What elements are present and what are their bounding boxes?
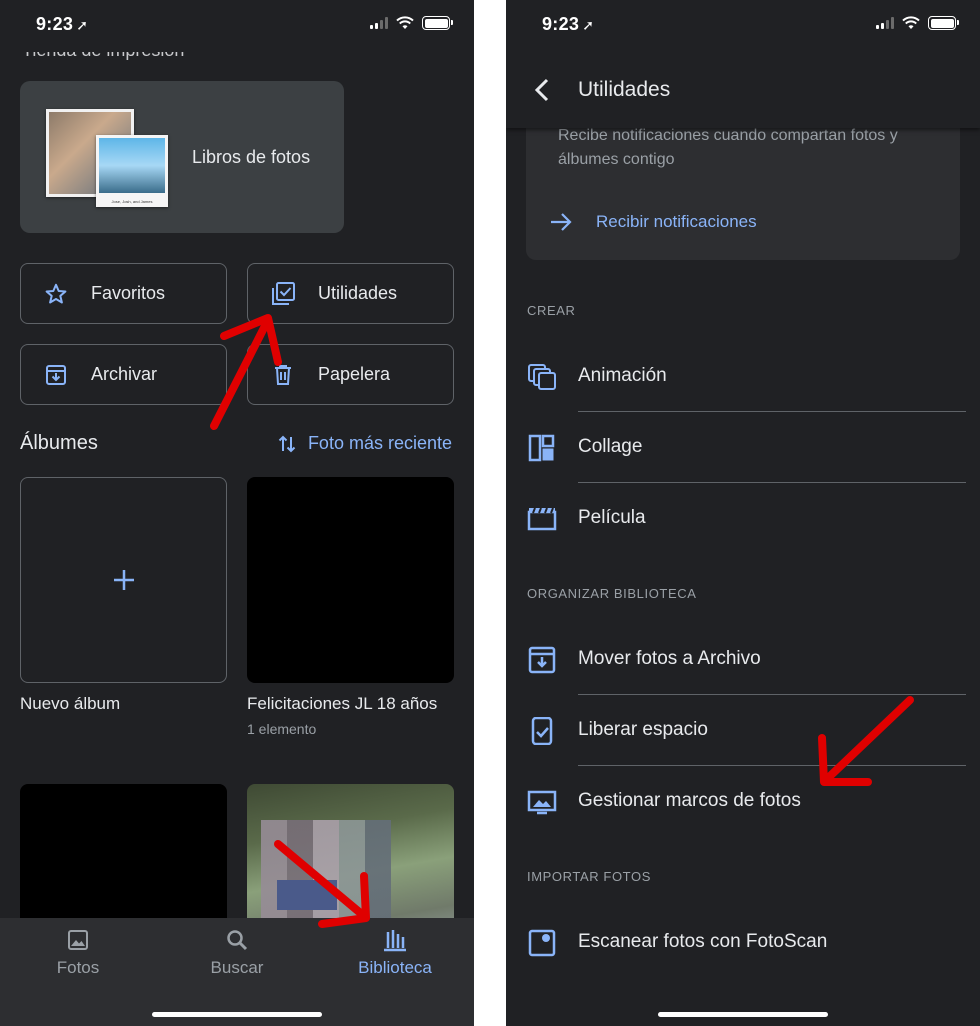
utilities-screen: 9:23 ➚ Utilidades Recibe notificaciones c… xyxy=(506,0,980,1026)
search-icon xyxy=(227,930,248,951)
movie-item[interactable]: Película xyxy=(506,483,980,554)
page-title: Utilidades xyxy=(578,78,671,101)
notifications-description: Recibe notificaciones cuando compartan f… xyxy=(558,127,898,168)
archive-icon xyxy=(43,362,69,388)
free-space-item[interactable]: Liberar espacio xyxy=(506,695,980,766)
collage-item[interactable]: Collage xyxy=(506,412,980,483)
location-icon: ➚ xyxy=(582,17,595,33)
wifi-icon xyxy=(396,16,414,29)
bottom-nav: Fotos Buscar Biblioteca xyxy=(0,918,474,1026)
sort-icon xyxy=(278,435,296,452)
utilities-icon xyxy=(270,281,296,307)
nav-library[interactable]: Biblioteca xyxy=(335,928,455,978)
arrow-right-icon xyxy=(551,213,572,231)
collage-icon xyxy=(528,434,555,462)
album-title: Nuevo álbum xyxy=(20,694,121,713)
back-arrow-icon[interactable] xyxy=(530,76,554,104)
photo-books-label: Libros de fotos xyxy=(192,147,311,167)
utilities-button[interactable]: Utilidades xyxy=(247,263,454,324)
photo-frame-icon xyxy=(527,790,557,815)
library-screen: 9:23➚ Tienda de impresión Jose, Josh, an… xyxy=(0,0,474,1026)
battery-icon xyxy=(928,16,959,30)
home-indicator xyxy=(658,1012,828,1017)
receive-notifications-button[interactable]: Recibir notificaciones xyxy=(550,212,757,232)
photo-icon xyxy=(68,930,88,950)
photo-frames-item[interactable]: Gestionar marcos de fotos xyxy=(506,766,980,837)
photo-books-card[interactable]: Jose, Josh, and James Libros de fotos xyxy=(20,81,344,233)
movie-icon xyxy=(527,507,557,531)
favorites-button[interactable]: Favoritos xyxy=(20,263,227,324)
photoscan-icon xyxy=(528,929,556,957)
status-time: 9:23 ➚ xyxy=(542,14,595,34)
album-count: 1 elemento xyxy=(247,721,317,737)
signal-icon xyxy=(370,17,388,29)
blurred-region xyxy=(277,880,337,910)
sort-button[interactable]: Foto más reciente xyxy=(278,433,452,454)
status-bar: 9:23 ➚ xyxy=(506,0,980,52)
home-indicator xyxy=(152,1012,322,1017)
section-import: IMPORTAR FOTOS xyxy=(527,869,651,884)
section-organize: ORGANIZAR BIBLIOTECA xyxy=(527,586,697,601)
albums-header: Álbumes xyxy=(20,432,98,454)
nav-photos[interactable]: Fotos xyxy=(18,928,138,978)
battery-icon xyxy=(422,16,453,30)
location-icon: ➚ xyxy=(76,17,89,33)
animation-icon xyxy=(528,364,556,390)
photo-book-thumbnail: Jose, Josh, and James xyxy=(96,135,168,207)
move-to-archive-item[interactable]: Mover fotos a Archivo xyxy=(506,624,980,695)
animation-item[interactable]: Animación xyxy=(506,341,980,412)
signal-icon xyxy=(876,17,894,29)
photoscan-item[interactable]: Escanear fotos con FotoScan xyxy=(506,907,980,978)
new-album-tile[interactable] xyxy=(20,477,227,683)
library-icon xyxy=(384,930,406,952)
wifi-icon xyxy=(902,16,920,29)
free-space-icon xyxy=(531,717,553,745)
app-bar: Utilidades xyxy=(506,52,980,128)
status-bar: 9:23 ➚ xyxy=(0,0,474,52)
nav-search[interactable]: Buscar xyxy=(177,928,297,978)
plus-icon xyxy=(113,570,134,590)
album-title: Felicitaciones JL 18 años xyxy=(247,694,438,713)
album-thumbnail[interactable] xyxy=(247,477,454,683)
trash-icon xyxy=(270,362,296,388)
section-create: CREAR xyxy=(527,303,576,318)
trash-button[interactable]: Papelera xyxy=(247,344,454,405)
archive-icon xyxy=(528,646,556,674)
star-icon xyxy=(43,281,69,307)
archive-button[interactable]: Archivar xyxy=(20,344,227,405)
status-time: 9:23 ➚ xyxy=(36,14,89,34)
